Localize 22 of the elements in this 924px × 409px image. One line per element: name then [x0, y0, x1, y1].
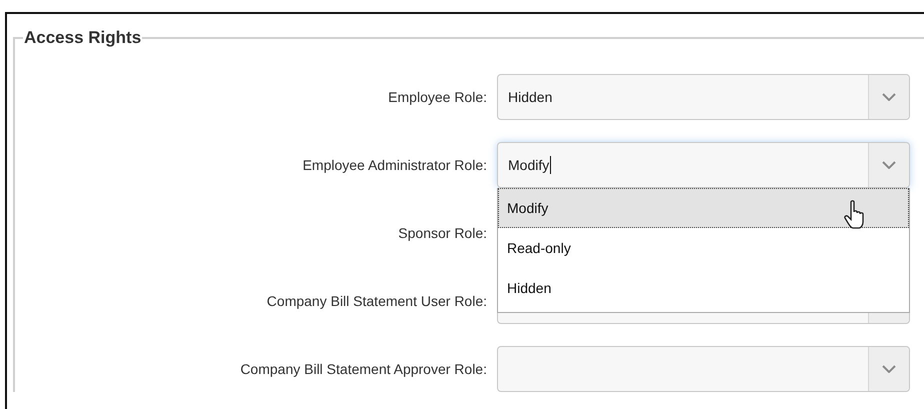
field-label: Employee Administrator Role:: [302, 157, 487, 173]
dropdown-option[interactable]: Read-only: [498, 228, 909, 268]
chevron-down-icon: [882, 161, 896, 169]
hand-pointer-icon: [844, 200, 866, 230]
field-label: Company Bill Statement User Role:: [266, 293, 487, 309]
field-label: Employee Role:: [387, 89, 487, 105]
dropdown-option[interactable]: Modify: [498, 188, 909, 228]
field-value: Hidden: [508, 89, 552, 105]
chevron-down-icon: [882, 93, 896, 101]
dropdown-arrow-button[interactable]: [868, 347, 909, 391]
dropdown-field[interactable]: [497, 346, 910, 392]
field-label: Sponsor Role:: [397, 225, 487, 241]
dropdown-option[interactable]: Hidden: [498, 268, 909, 308]
dropdown-field[interactable]: Hidden: [497, 74, 910, 120]
field-label: Company Bill Statement Approver Role:: [239, 361, 487, 377]
dropdown-field[interactable]: Modify: [497, 142, 910, 188]
dropdown-arrow-button[interactable]: [868, 143, 909, 187]
section-title: Access Rights: [23, 28, 142, 48]
chevron-down-icon: [882, 365, 896, 373]
text-cursor: [550, 156, 552, 174]
field-value: Modify: [508, 157, 550, 173]
dropdown-arrow-button[interactable]: [868, 75, 909, 119]
